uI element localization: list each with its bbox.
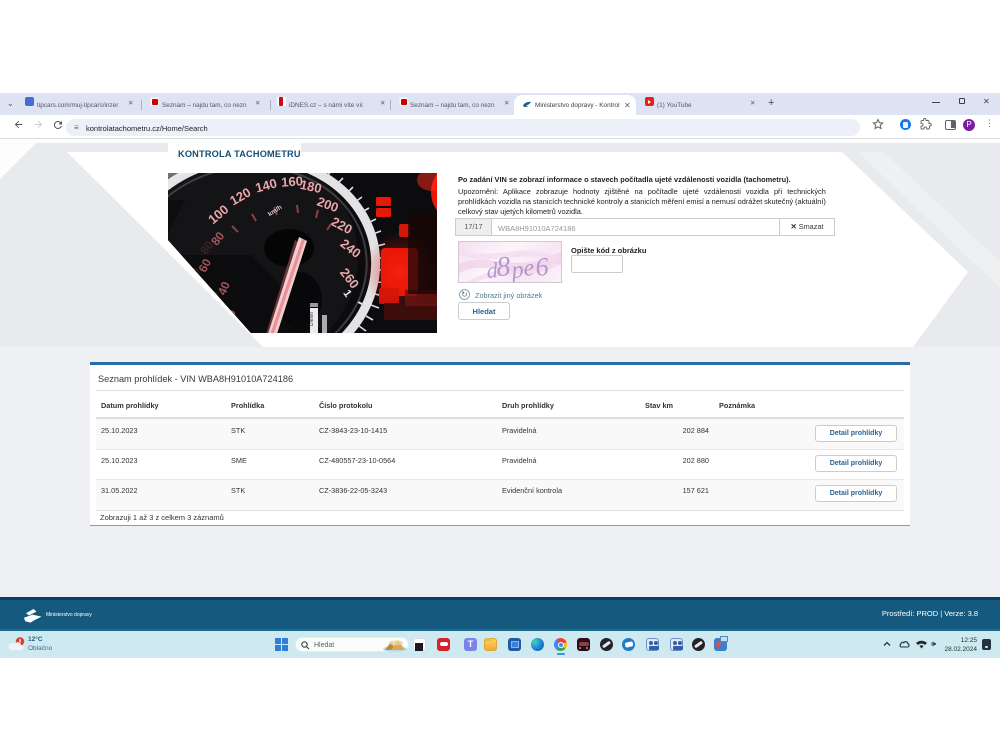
svg-text:6: 6	[534, 252, 549, 282]
svg-text:e: e	[522, 255, 535, 282]
svg-text:8: 8	[495, 251, 512, 283]
svg-text:Diesel: Diesel	[309, 312, 315, 326]
svg-text:20: 20	[210, 316, 228, 334]
